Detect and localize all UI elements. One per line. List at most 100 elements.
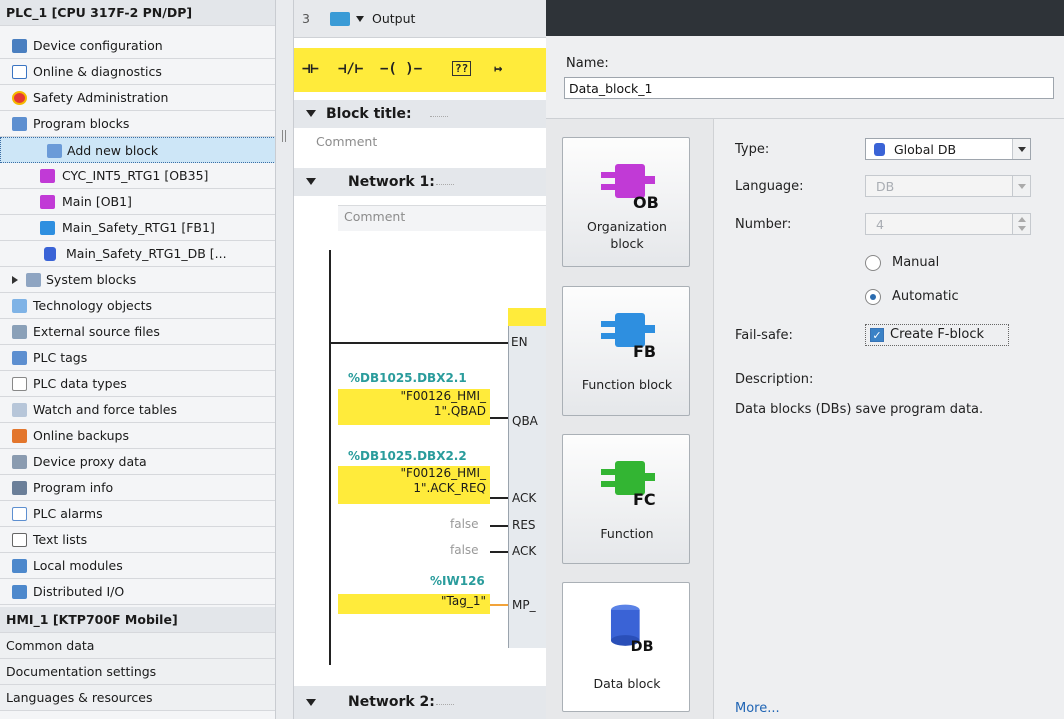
data-block-icon: DB bbox=[610, 604, 654, 653]
tree-item-program-blocks[interactable]: Program blocks bbox=[0, 111, 275, 137]
text-list-icon bbox=[12, 533, 27, 547]
operand-false-2[interactable]: false bbox=[450, 543, 479, 557]
tree-item-plc-alarms[interactable]: PLC alarms bbox=[0, 501, 275, 527]
tree-documentation-settings[interactable]: Documentation settings bbox=[0, 659, 275, 685]
hmi-header-label: HMI_1 [KTP700F Mobile] bbox=[6, 612, 178, 627]
function-block-box[interactable] bbox=[508, 308, 546, 648]
create-fblock-checkbox[interactable]: ✓ Create F-block bbox=[865, 324, 1009, 346]
block-name-input[interactable] bbox=[564, 77, 1054, 99]
organization-block-button[interactable]: OB Organization block bbox=[562, 137, 690, 267]
folder-icon bbox=[12, 585, 27, 599]
block-title-field[interactable] bbox=[430, 116, 448, 117]
network-1-comment[interactable]: Comment bbox=[344, 209, 405, 224]
network-2-title-field[interactable] bbox=[436, 704, 454, 705]
tree-languages-resources[interactable]: Languages & resources bbox=[0, 685, 275, 711]
operand-false-1[interactable]: false bbox=[450, 517, 479, 531]
power-rail bbox=[329, 250, 331, 665]
network-1-title-field[interactable] bbox=[436, 184, 454, 185]
language-select[interactable]: DB bbox=[865, 175, 1031, 197]
no-contact-icon[interactable]: ⊣⊢ bbox=[302, 61, 319, 77]
spinner-icon[interactable] bbox=[1012, 214, 1030, 234]
tags-icon bbox=[12, 351, 27, 365]
operand-field-1[interactable]: "F00126_HMI_ 1".QBAD bbox=[338, 389, 490, 425]
tree-item-device-proxy-data[interactable]: Device proxy data bbox=[0, 449, 275, 475]
tree-item-device-configuration[interactable]: Device configuration bbox=[0, 33, 275, 59]
wire bbox=[490, 497, 508, 499]
output-label: Output bbox=[372, 11, 416, 26]
more-link[interactable]: More... bbox=[735, 701, 780, 716]
type-select[interactable]: Global DB bbox=[865, 138, 1031, 160]
chevron-down-icon[interactable] bbox=[1012, 176, 1030, 196]
tree-plc-header[interactable]: PLC_1 [CPU 317F-2 PN/DP] bbox=[0, 0, 275, 26]
backup-icon bbox=[12, 429, 27, 443]
tree-item-label: Text lists bbox=[33, 532, 88, 547]
operand-field-3[interactable]: "Tag_1" bbox=[338, 594, 490, 614]
dropdown-arrow-icon[interactable] bbox=[356, 16, 364, 22]
wire bbox=[490, 551, 508, 553]
wire bbox=[490, 417, 508, 419]
open-branch-icon[interactable]: ↦ bbox=[494, 61, 502, 77]
tree-item-distributed-io[interactable]: Distributed I/O bbox=[0, 579, 275, 605]
empty-box-icon[interactable]: ?? bbox=[452, 61, 472, 76]
tree-item-online-backups[interactable]: Online backups bbox=[0, 423, 275, 449]
proxy-icon bbox=[12, 455, 27, 469]
block-title: Block title: bbox=[326, 106, 412, 122]
watch-icon bbox=[12, 403, 27, 417]
function-block-button[interactable]: FB Function block bbox=[562, 286, 690, 416]
function-button[interactable]: FC Function bbox=[562, 434, 690, 564]
automatic-label: Automatic bbox=[892, 289, 959, 304]
block-title-row[interactable]: Block title: bbox=[294, 100, 546, 128]
tree-item-cyc-int5[interactable]: CYC_INT5_RTG1 [OB35] bbox=[0, 163, 275, 189]
coil-icon[interactable]: −( )− bbox=[380, 61, 422, 77]
dialog-title-bar bbox=[546, 0, 1064, 36]
tree-item-main-safety-db[interactable]: Main_Safety_RTG1_DB [... bbox=[0, 241, 275, 267]
expand-arrow-icon[interactable] bbox=[12, 276, 18, 284]
function-block-header[interactable] bbox=[508, 308, 546, 326]
function-label: Function bbox=[600, 526, 654, 541]
tree-item-system-blocks[interactable]: System blocks bbox=[0, 267, 275, 293]
number-value: 4 bbox=[876, 217, 884, 232]
tree-item-plc-tags[interactable]: PLC tags bbox=[0, 345, 275, 371]
block-comment[interactable]: Comment bbox=[316, 134, 377, 149]
device-config-icon bbox=[12, 39, 27, 53]
network-2-header[interactable]: Network 2: bbox=[294, 686, 546, 719]
source-files-icon bbox=[12, 325, 27, 339]
collapse-arrow-icon[interactable] bbox=[306, 178, 316, 185]
tree-hmi-header[interactable]: HMI_1 [KTP700F Mobile] bbox=[0, 607, 275, 633]
tree-item-safety-administration[interactable]: Safety Administration bbox=[0, 85, 275, 111]
tree-item-label: Add new block bbox=[67, 143, 159, 158]
tree-item-label: Common data bbox=[6, 638, 95, 653]
splitter-grip-icon bbox=[282, 130, 286, 142]
wire bbox=[490, 525, 508, 527]
tree-splitter[interactable] bbox=[276, 0, 294, 719]
tree-common-data[interactable]: Common data bbox=[0, 633, 275, 659]
collapse-arrow-icon[interactable] bbox=[306, 110, 316, 117]
tree-item-external-source-files[interactable]: External source files bbox=[0, 319, 275, 345]
network-1-comment-box[interactable]: Comment bbox=[338, 205, 546, 231]
tree-item-technology-objects[interactable]: Technology objects bbox=[0, 293, 275, 319]
ob-icon bbox=[40, 169, 55, 183]
operand-address-1: %DB1025.DBX2.1 bbox=[348, 371, 467, 385]
pin-ack: ACK bbox=[512, 544, 537, 558]
tree-item-text-lists[interactable]: Text lists bbox=[0, 527, 275, 553]
number-stepper[interactable]: 4 bbox=[865, 213, 1031, 235]
operand-field-2[interactable]: "F00126_HMI_ 1".ACK_REQ bbox=[338, 466, 490, 504]
tree-item-label: PLC alarms bbox=[33, 506, 103, 521]
tree-item-plc-data-types[interactable]: PLC data types bbox=[0, 371, 275, 397]
tree-item-watch-force-tables[interactable]: Watch and force tables bbox=[0, 397, 275, 423]
tree-item-online-diagnostics[interactable]: Online & diagnostics bbox=[0, 59, 275, 85]
tree-item-program-info[interactable]: Program info bbox=[0, 475, 275, 501]
collapse-arrow-icon[interactable] bbox=[306, 699, 316, 706]
fb-icon bbox=[40, 221, 55, 235]
pin-qbad: QBA bbox=[512, 414, 538, 428]
tree-item-add-new-block[interactable]: Add new block bbox=[0, 137, 275, 163]
tree-item-main-safety-fb1[interactable]: Main_Safety_RTG1 [FB1] bbox=[0, 215, 275, 241]
tree-item-local-modules[interactable]: Local modules bbox=[0, 553, 275, 579]
automatic-radio[interactable] bbox=[865, 289, 881, 305]
data-block-button[interactable]: DB Data block bbox=[562, 582, 690, 712]
network-1-header[interactable]: Network 1: bbox=[294, 168, 546, 196]
nc-contact-icon[interactable]: ⊣/⊢ bbox=[338, 61, 363, 77]
chevron-down-icon[interactable] bbox=[1012, 139, 1030, 159]
tree-item-main-ob1[interactable]: Main [OB1] bbox=[0, 189, 275, 215]
manual-radio[interactable] bbox=[865, 255, 881, 271]
